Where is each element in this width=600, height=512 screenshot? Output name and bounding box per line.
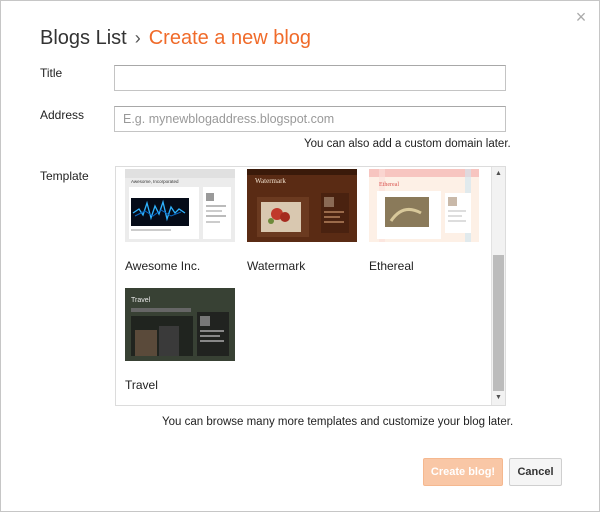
title-input[interactable] xyxy=(114,65,506,91)
template-scrollbar[interactable]: ▲ ▼ xyxy=(491,167,505,405)
template-watermark[interactable]: Watermark Watermark xyxy=(247,169,357,273)
thumb-title-text: Awesome, Incorporated xyxy=(131,179,179,184)
template-name: Awesome Inc. xyxy=(125,259,201,273)
thumb-title-text: Watermark xyxy=(255,177,286,185)
address-hint: You can also add a custom domain later. xyxy=(304,138,511,150)
address-label: Address xyxy=(40,108,85,122)
close-icon[interactable]: × xyxy=(573,8,589,26)
scroll-down-icon[interactable]: ▼ xyxy=(492,391,505,405)
template-thumbnail: Watermark xyxy=(247,169,357,242)
template-name: Travel xyxy=(125,378,158,392)
template-hint: You can browse many more templates and c… xyxy=(162,416,514,428)
breadcrumb-separator-icon: › xyxy=(134,28,141,48)
title-label: Title xyxy=(40,66,63,80)
address-input[interactable] xyxy=(114,106,506,132)
template-name: Watermark xyxy=(247,259,306,273)
template-label: Template xyxy=(40,169,89,183)
cancel-button[interactable]: Cancel xyxy=(509,458,562,486)
create-blog-dialog: × Blogs List › Create a new blog Title Add… xyxy=(0,0,600,512)
create-blog-button[interactable]: Create blog! xyxy=(423,458,503,486)
page-title: Blogs List › Create a new blog xyxy=(40,27,311,50)
template-thumbnail: Awesome, Incorporated xyxy=(125,169,235,242)
thumb-title-text: Travel xyxy=(131,297,151,304)
breadcrumb-blogs-list[interactable]: Blogs List xyxy=(40,27,127,49)
template-thumbnail: Travel xyxy=(125,288,235,361)
scroll-up-icon[interactable]: ▲ xyxy=(492,167,505,181)
template-ethereal[interactable]: Ethereal Ethereal xyxy=(369,169,479,273)
dialog-title: Create a new blog xyxy=(148,27,312,49)
scrollbar-thumb[interactable] xyxy=(493,255,504,391)
template-travel[interactable]: Travel Travel xyxy=(125,288,235,392)
template-awesome-inc[interactable]: Awesome, Incorporated Awesome Inc. xyxy=(125,169,235,273)
template-gallery: Awesome, Incorporated Awesome Inc. Water… xyxy=(115,166,506,406)
thumb-title-text: Ethereal xyxy=(379,182,399,188)
template-thumbnail: Ethereal xyxy=(369,169,479,242)
template-name: Ethereal xyxy=(369,259,414,273)
